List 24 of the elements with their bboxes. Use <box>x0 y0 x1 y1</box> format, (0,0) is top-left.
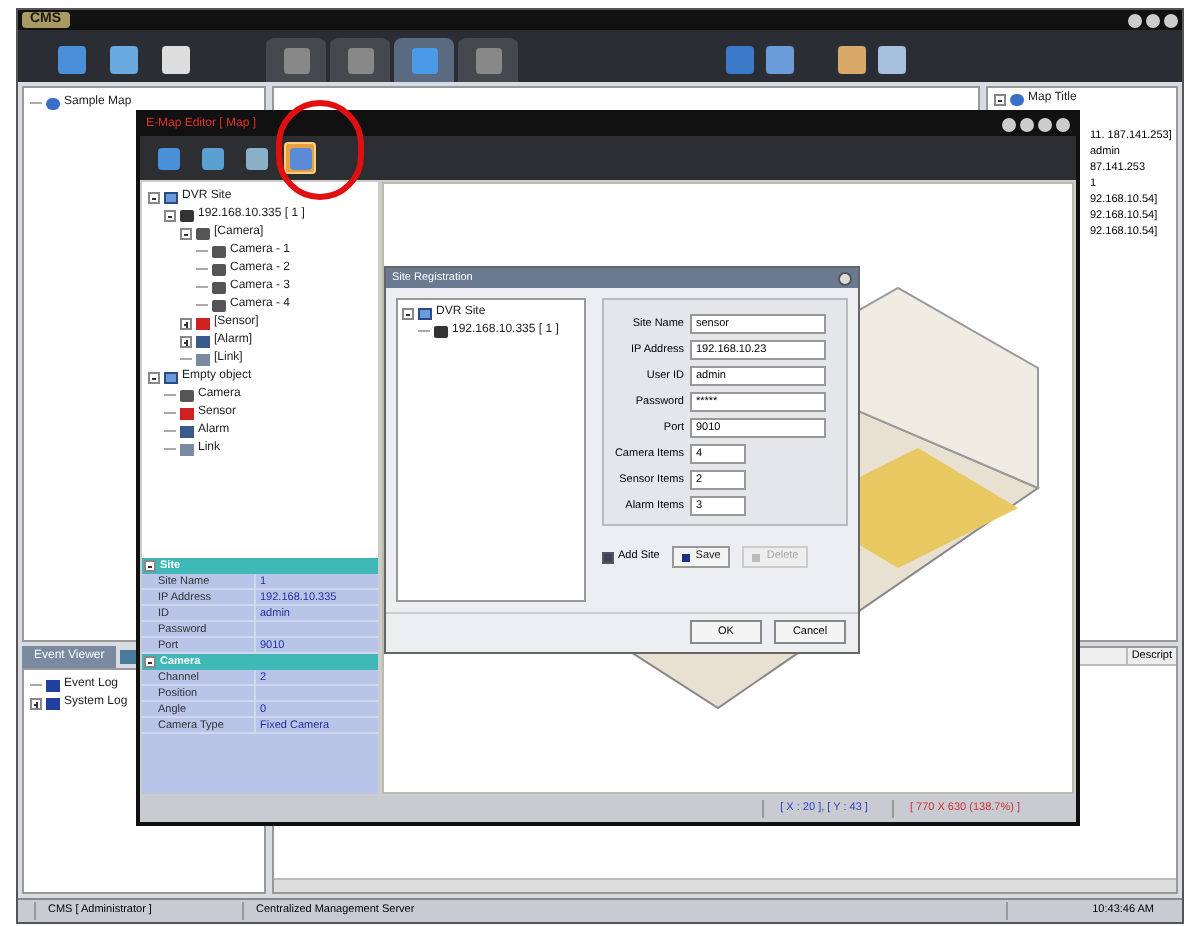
expand-toggle[interactable] <box>180 335 192 347</box>
toolbar-tab[interactable] <box>330 38 390 82</box>
checkbox[interactable] <box>602 551 614 563</box>
close-icon[interactable] <box>1056 118 1070 132</box>
maximize-icon[interactable] <box>1038 118 1052 132</box>
close-icon[interactable] <box>1164 13 1178 27</box>
collapse-toggle[interactable] <box>148 191 160 203</box>
toolbar-tab[interactable] <box>266 38 326 82</box>
collapse-toggle[interactable] <box>144 656 156 668</box>
toolbar-tab[interactable] <box>458 38 518 82</box>
minimize-icon[interactable] <box>1020 118 1034 132</box>
minimize-icon[interactable] <box>1128 13 1142 27</box>
expand-toggle[interactable] <box>30 697 42 709</box>
collapse-toggle[interactable] <box>994 93 1006 105</box>
help-icon[interactable] <box>1002 118 1016 132</box>
collapse-toggle[interactable] <box>164 209 176 221</box>
collapse-toggle[interactable] <box>180 227 192 239</box>
collapse-toggle[interactable] <box>144 560 156 572</box>
close-icon[interactable] <box>838 271 852 285</box>
collapse-toggle[interactable] <box>148 371 160 383</box>
collapse-toggle[interactable] <box>402 307 414 319</box>
maximize-icon[interactable] <box>1146 13 1160 27</box>
horizontal-scrollbar[interactable] <box>274 878 1176 892</box>
expand-toggle[interactable] <box>180 317 192 329</box>
